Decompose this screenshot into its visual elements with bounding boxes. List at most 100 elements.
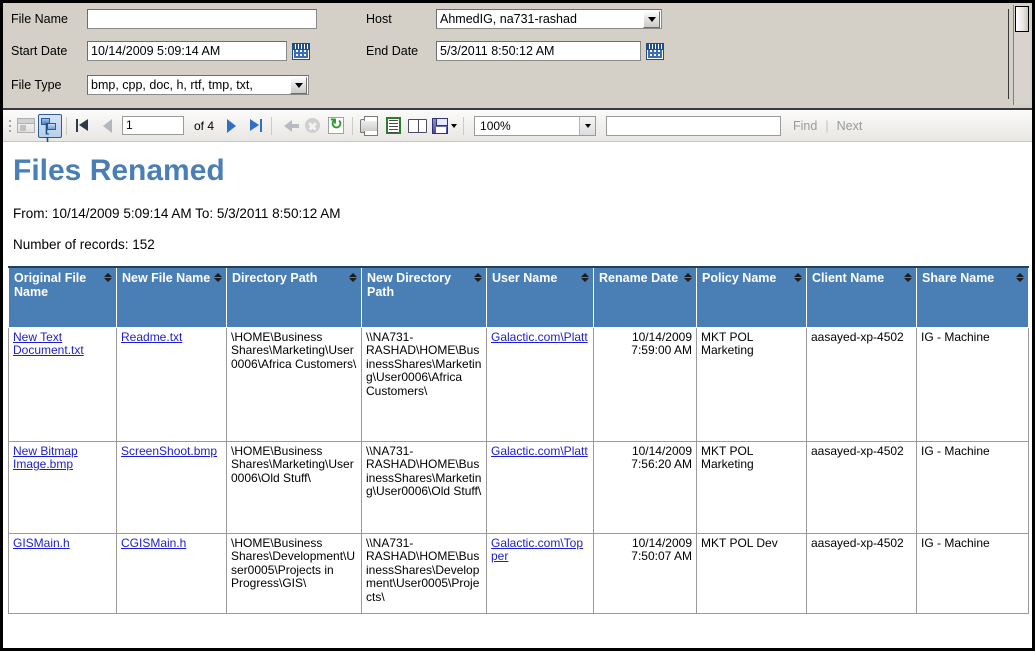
page-number-input[interactable]: 1: [122, 116, 184, 135]
column-header-rename-date[interactable]: Rename Date: [593, 266, 697, 328]
back-arrow-icon: [284, 119, 300, 132]
file-type-combobox[interactable]: bmp, cpp, doc, h, rtf, tmp, txt,: [87, 75, 309, 95]
cell-user-name: Galactic.com\Platt: [486, 440, 594, 534]
find-next-button[interactable]: Next: [837, 119, 863, 133]
refresh-button[interactable]: [324, 114, 348, 138]
cell-original-file-name: New Bitmap Image.bmp: [8, 440, 117, 534]
cell-user-name: Galactic.com\Topper: [486, 532, 594, 614]
sort-icon-user-name[interactable]: [580, 273, 589, 282]
column-header-client-name[interactable]: Client Name: [806, 266, 917, 328]
cell-original-file-name: New Text Document.txt: [8, 326, 117, 442]
cell-rename-date: 10/14/2009 7:56:20 AM: [593, 440, 697, 534]
calendar-icon-end[interactable]: [646, 42, 664, 60]
file-name-input[interactable]: [87, 9, 317, 29]
parameters-icon: [ ]: [41, 117, 59, 149]
sort-icon-original-file-name[interactable]: [103, 273, 112, 282]
user-name-link[interactable]: Galactic.com\Platt: [491, 330, 588, 344]
sort-icon-new-directory-path[interactable]: [473, 273, 482, 282]
print-button[interactable]: [357, 114, 381, 138]
zoom-combobox[interactable]: 100%: [474, 115, 597, 136]
page-title: Files Renamed: [13, 154, 225, 187]
column-header-original-file-name[interactable]: Original File Name: [8, 266, 117, 328]
filter-panel-scrollbar[interactable]: [1008, 5, 1030, 105]
export-button[interactable]: [429, 114, 459, 138]
last-page-icon: [248, 119, 263, 132]
print-layout-icon: [385, 117, 401, 134]
user-name-link[interactable]: Galactic.com\Platt: [491, 444, 588, 458]
sort-icon-new-file-name[interactable]: [213, 273, 222, 282]
find-text-input[interactable]: [606, 115, 782, 136]
file-type-label: File Type: [11, 78, 62, 92]
file-type-field-row: File Type bmp, cpp, doc, h, rtf, tmp, tx…: [11, 75, 309, 95]
new-file-name-link[interactable]: Readme.txt: [121, 330, 182, 344]
file-name-label: File Name: [11, 12, 68, 26]
files-renamed-table: Original File Name New File Name Directo…: [8, 266, 1029, 614]
table-row: New Text Document.txt Readme.txt \HOME\B…: [8, 326, 1029, 442]
host-combobox[interactable]: AhmedIG, na731-rashad: [436, 9, 662, 29]
cell-client-name: aasayed-xp-4502: [806, 440, 917, 534]
toolbar-grip-handle[interactable]: [6, 116, 14, 136]
document-map-button[interactable]: [14, 114, 38, 138]
report-toolbar: [ ] 1 of 4: [3, 110, 1032, 149]
column-header-policy-name[interactable]: Policy Name: [696, 266, 807, 328]
new-file-name-link[interactable]: CGISMain.h: [121, 536, 186, 550]
host-field-row: Host AhmedIG, na731-rashad: [366, 9, 662, 29]
chevron-down-icon-file-type[interactable]: [290, 76, 307, 94]
document-map-icon: [17, 118, 35, 133]
host-label: Host: [366, 12, 392, 26]
filter-panel: File Name Start Date 10/14/2009 5:09:14 …: [3, 3, 1032, 110]
sort-icon-client-name[interactable]: [903, 273, 912, 282]
scrollbar-thumb[interactable]: [1015, 6, 1029, 32]
end-date-input[interactable]: 5/3/2011 8:50:12 AM: [436, 41, 641, 61]
chevron-down-icon-export[interactable]: [450, 123, 457, 128]
report-date-range: From: 10/14/2009 5:09:14 AM To: 5/3/2011…: [13, 206, 341, 221]
column-header-share-name[interactable]: Share Name: [916, 266, 1029, 328]
cell-directory-path: \HOME\Business Shares\Marketing\User0006…: [226, 440, 362, 534]
cell-original-file-name: GISMain.h: [8, 532, 117, 614]
previous-page-button[interactable]: [95, 114, 119, 138]
start-date-input[interactable]: 10/14/2009 5:09:14 AM: [87, 41, 287, 61]
column-header-new-file-name[interactable]: New File Name: [116, 266, 227, 328]
cell-user-name: Galactic.com\Platt: [486, 326, 594, 442]
page-setup-button[interactable]: [405, 114, 429, 138]
find-button[interactable]: Find: [793, 119, 817, 133]
user-name-link[interactable]: Galactic.com\Topper: [491, 536, 583, 564]
original-file-name-link[interactable]: New Text Document.txt: [13, 330, 84, 358]
sort-icon-rename-date[interactable]: [683, 273, 692, 282]
cell-client-name: aasayed-xp-4502: [806, 532, 917, 614]
end-date-field-row: End Date 5/3/2011 8:50:12 AM: [366, 41, 664, 61]
calendar-icon-start[interactable]: [292, 42, 310, 60]
sort-icon-policy-name[interactable]: [793, 273, 802, 282]
original-file-name-link[interactable]: New Bitmap Image.bmp: [13, 444, 78, 472]
chevron-down-icon-zoom[interactable]: [579, 116, 596, 135]
print-layout-button[interactable]: [381, 114, 405, 138]
table-header-row: Original File Name New File Name Directo…: [8, 266, 1029, 328]
back-to-parent-button[interactable]: [276, 114, 300, 138]
start-date-field-row: Start Date 10/14/2009 5:09:14 AM: [11, 41, 310, 61]
save-export-icon: [431, 117, 448, 134]
sort-icon-directory-path[interactable]: [348, 273, 357, 282]
find-next-divider: |: [825, 118, 829, 133]
file-type-value: bmp, cpp, doc, h, rtf, tmp, txt,: [91, 78, 253, 92]
sort-icon-share-name[interactable]: [1015, 273, 1024, 282]
cell-rename-date: 10/14/2009 7:59:00 AM: [593, 326, 697, 442]
parameters-toggle-button[interactable]: [ ]: [38, 113, 62, 149]
original-file-name-link[interactable]: GISMain.h: [13, 536, 70, 550]
printer-icon: [360, 115, 379, 136]
first-page-button[interactable]: [71, 114, 95, 138]
column-header-new-directory-path[interactable]: New Directory Path: [361, 266, 487, 328]
next-page-button[interactable]: [219, 114, 243, 138]
new-file-name-link[interactable]: ScreenShoot.bmp: [121, 444, 217, 458]
cell-client-name: aasayed-xp-4502: [806, 326, 917, 442]
report-body: Files Renamed From: 10/14/2009 5:09:14 A…: [3, 142, 1032, 648]
stop-rendering-button[interactable]: [300, 114, 324, 138]
column-header-directory-path[interactable]: Directory Path: [226, 266, 362, 328]
host-value: AhmedIG, na731-rashad: [440, 12, 577, 26]
cell-directory-path: \HOME\Business Shares\Development\User00…: [226, 532, 362, 614]
chevron-down-icon-host[interactable]: [643, 10, 660, 28]
zoom-value: 100%: [480, 118, 511, 133]
last-page-button[interactable]: [243, 114, 267, 138]
column-header-user-name[interactable]: User Name: [486, 266, 594, 328]
start-date-label: Start Date: [11, 44, 68, 58]
cell-new-file-name: CGISMain.h: [116, 532, 227, 614]
